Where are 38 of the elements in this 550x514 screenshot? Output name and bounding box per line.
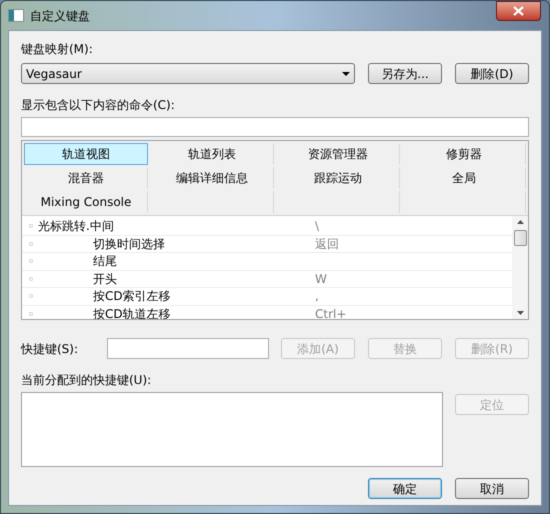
bullet-icon (29, 276, 33, 281)
category-tab[interactable]: 轨道视图 (24, 143, 148, 165)
window-title: 自定义键盘 (30, 8, 90, 24)
bullet-icon (29, 294, 33, 298)
filter-field[interactable] (21, 117, 529, 137)
bullet-icon (29, 259, 33, 264)
dropdown-arrow-icon (342, 72, 350, 76)
bullet-icon (29, 312, 33, 316)
shortcut-field[interactable] (107, 338, 269, 359)
dialog-button[interactable]: 确定 (368, 478, 442, 499)
scroll-down-icon (516, 311, 524, 315)
dialog-button[interactable]: 取消 (455, 478, 529, 499)
filter-label: 显示包含以下内容的命令(C): (21, 97, 176, 114)
assigned-list[interactable] (21, 392, 443, 467)
shortcut-text: W (314, 270, 327, 288)
dialog-button[interactable]: 另存为... (368, 63, 442, 84)
command-name[interactable]: 光标跳转.中间 (38, 217, 114, 236)
keymap-dropdown[interactable]: Vegasaur (21, 63, 355, 84)
command-name[interactable]: 切换时间选择 (93, 234, 165, 253)
shortcut-text: Ctrl+ (314, 306, 346, 319)
command-name[interactable]: 开头 (93, 270, 117, 288)
assigned-label: 当前分配到的快捷键(U): (21, 372, 152, 389)
keymap-label: 键盘映射(M): (21, 41, 94, 58)
close-icon (513, 6, 524, 16)
scroll-up-icon (516, 220, 524, 224)
bullet-icon (29, 224, 33, 228)
scrollbar[interactable] (512, 216, 528, 319)
shortcut-label: 快捷键(S): (21, 340, 80, 358)
scroll-thumb[interactable] (514, 230, 526, 246)
command-name[interactable]: 按CD索引左移 (93, 287, 171, 306)
bullet-icon (29, 242, 33, 246)
dialog-button[interactable]: 删除(D) (455, 63, 529, 84)
shortcut-text: \ (314, 218, 320, 236)
app-icon (8, 9, 24, 22)
command-name[interactable]: 结尾 (93, 252, 117, 270)
shortcut-text: 返回 (314, 236, 339, 253)
shortcut-text: , (314, 288, 319, 306)
close-button[interactable] (496, 1, 541, 21)
